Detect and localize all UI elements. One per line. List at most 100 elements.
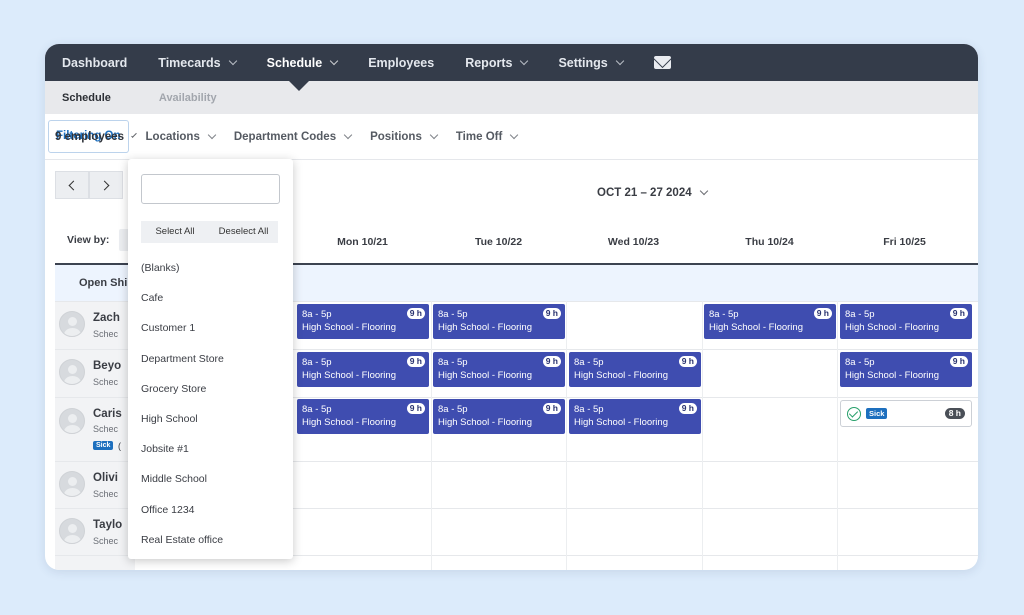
mail-icon (653, 56, 671, 69)
shift-location: High School - Flooring (302, 417, 396, 428)
employee-name[interactable]: Zach (93, 312, 120, 324)
shift-location: High School - Flooring (438, 322, 532, 333)
prev-week-button[interactable] (55, 171, 89, 199)
view-by-label: View by: (67, 234, 110, 246)
shift-card[interactable]: 8a - 5p High School - Flooring 9 h (433, 352, 565, 387)
nav-timecards[interactable]: Timecards (158, 55, 237, 70)
chevron-right-icon (99, 180, 110, 190)
shift-time: 8a - 5p (438, 404, 468, 415)
shift-hours: 9 h (678, 356, 697, 367)
shift-location: High School - Flooring (845, 322, 939, 333)
department-codes-filter-label: Department Codes (233, 130, 337, 143)
avatar (59, 518, 85, 544)
top-nav: Dashboard Timecards Schedule Employees R… (45, 44, 978, 81)
shift-time: 8a - 5p (845, 357, 875, 368)
nav-schedule[interactable]: Schedule (267, 56, 339, 70)
location-option[interactable]: Customer 1 (128, 313, 293, 343)
column-divider (837, 301, 838, 570)
nav-reports-label: Reports (465, 55, 513, 70)
shift-location: High School - Flooring (574, 417, 668, 428)
shift-location: High School - Flooring (438, 417, 532, 428)
employee-name[interactable]: Olivi (93, 472, 118, 484)
shift-card[interactable]: 8a - 5p High School - Flooring 9 h (297, 352, 429, 387)
shift-location: High School - Flooring (438, 370, 532, 381)
employee-name[interactable]: Taylo (93, 519, 122, 531)
shift-hours: 9 h (813, 308, 832, 319)
employee-schedule-label: Schec (93, 424, 119, 434)
employee-name[interactable]: Beyo (93, 360, 121, 372)
department-codes-filter[interactable]: Department Codes (233, 130, 353, 143)
shift-card[interactable]: 8a - 5p High School - Flooring 9 h (840, 304, 972, 339)
shift-time: 8a - 5p (302, 309, 332, 320)
nav-timecards-label: Timecards (158, 55, 221, 70)
shift-hours: 9 h (949, 308, 968, 319)
location-option[interactable]: Middle School (128, 464, 293, 494)
location-option[interactable]: Cafe (128, 283, 293, 313)
shift-card[interactable]: 8a - 5p High School - Flooring 9 h (704, 304, 836, 339)
chevron-down-icon (429, 130, 439, 139)
locations-list: (Blanks) Cafe Customer 1 Department Stor… (128, 253, 293, 555)
shift-time: 8a - 5p (438, 357, 468, 368)
shift-card[interactable]: 8a - 5p High School - Flooring 9 h (433, 399, 565, 434)
avatar (59, 408, 85, 434)
date-range-label: OCT 21 – 27 2024 (597, 187, 692, 199)
employee-schedule-label: Schec (93, 377, 119, 387)
sick-hours: 8 h (944, 408, 965, 419)
location-option[interactable]: Jobsite #1 (128, 434, 293, 464)
nav-dashboard[interactable]: Dashboard (62, 56, 127, 70)
employee-schedule-label: Schec (93, 489, 119, 499)
employee-schedule-label: Schec (93, 329, 119, 339)
shift-hours: 9 h (542, 308, 561, 319)
shift-location: High School - Flooring (709, 322, 803, 333)
next-week-button[interactable] (89, 171, 123, 199)
avatar (59, 311, 85, 337)
select-all-button[interactable]: Select All (141, 221, 209, 243)
location-option[interactable]: Real Estate office (128, 525, 293, 555)
shift-hours: 9 h (949, 356, 968, 367)
shift-hours: 9 h (406, 356, 425, 367)
shift-card[interactable]: 8a - 5p High School - Flooring 9 h (433, 304, 565, 339)
time-off-filter-label: Time Off (455, 130, 503, 143)
sick-time-off-card[interactable]: Sick 8 h (840, 400, 972, 427)
subnav-availability[interactable]: Availability (159, 92, 217, 104)
subnav-schedule[interactable]: Schedule (62, 92, 111, 104)
chevron-down-icon (699, 186, 708, 196)
positions-filter[interactable]: Positions (370, 130, 439, 143)
location-option[interactable]: Office 1234 (128, 495, 293, 525)
nav-employees[interactable]: Employees (368, 56, 434, 70)
app-window: Dashboard Timecards Schedule Employees R… (45, 44, 978, 570)
nav-reports[interactable]: Reports (465, 55, 529, 70)
deselect-all-button[interactable]: Deselect All (209, 221, 278, 243)
chevron-down-icon (615, 56, 624, 65)
avatar (59, 471, 85, 497)
location-option[interactable]: High School (128, 404, 293, 434)
shift-location: High School - Flooring (302, 370, 396, 381)
day-header-tue: Tue 10/22 (474, 236, 523, 248)
location-option[interactable]: (Blanks) (128, 253, 293, 283)
mail-button[interactable] (653, 56, 671, 69)
time-off-filter[interactable]: Time Off (455, 130, 519, 143)
shift-card[interactable]: 8a - 5p High School - Flooring 9 h (569, 399, 701, 434)
chevron-down-icon (207, 130, 217, 139)
shift-card[interactable]: 8a - 5p High School - Flooring 9 h (840, 352, 972, 387)
shift-card[interactable]: 8a - 5p High School - Flooring 9 h (297, 304, 429, 339)
location-option[interactable]: Department Store (128, 344, 293, 374)
employees-filter[interactable]: 9 employees (55, 131, 137, 143)
open-shifts-label: Open Shi (79, 277, 128, 289)
chevron-down-icon (131, 131, 137, 138)
date-range-picker[interactable]: OCT 21 – 27 2024 (597, 186, 708, 199)
shift-card[interactable]: 8a - 5p High School - Flooring 9 h (569, 352, 701, 387)
location-option[interactable]: Grocery Store (128, 374, 293, 404)
employee-name[interactable]: Caris (93, 408, 122, 420)
shift-time: 8a - 5p (574, 404, 604, 415)
shift-time: 8a - 5p (302, 357, 332, 368)
chevron-down-icon (510, 130, 519, 139)
nav-settings[interactable]: Settings (558, 56, 624, 70)
shift-location: High School - Flooring (302, 322, 396, 333)
locations-filter[interactable]: Locations (146, 130, 217, 143)
shift-card[interactable]: 8a - 5p High School - Flooring 9 h (297, 399, 429, 434)
locations-search-input[interactable] (141, 174, 280, 204)
sick-badge: Sick (866, 408, 888, 419)
nav-dashboard-label: Dashboard (62, 55, 128, 70)
shift-hours: 9 h (406, 403, 425, 414)
